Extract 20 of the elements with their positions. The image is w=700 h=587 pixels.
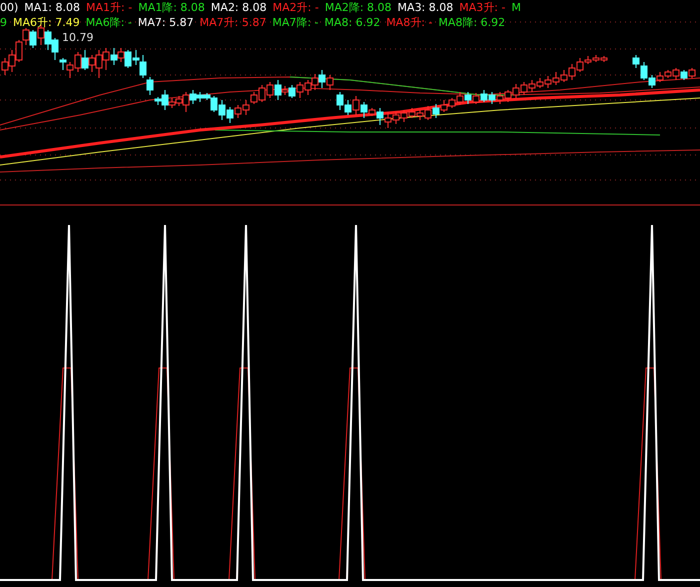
legend-item: M: [511, 0, 521, 15]
legend-item: MA7: 5.87: [138, 15, 194, 30]
legend-item: MA2降: 8.08: [324, 0, 392, 15]
legend-item: MA8降: 6.92: [438, 15, 506, 30]
legend-item: MA2升: -: [272, 0, 319, 15]
legend-item: MA1降: 8.08: [138, 0, 205, 15]
legend-item: MA1: 8.08: [24, 0, 80, 15]
legend-item: MA8: 6.92: [324, 15, 380, 30]
legend-item: 00): [0, 0, 18, 15]
legend-item: MA2: 8.08: [210, 0, 267, 15]
legend-item: MA3升: -: [459, 0, 506, 15]
legend-item: MA7降: -: [272, 15, 319, 30]
legend-item: MA1升: -: [86, 0, 132, 15]
legend-item: 9: [0, 15, 7, 30]
price-label: 10.79: [62, 31, 94, 44]
legend-item: MA6升: 7.49: [13, 15, 80, 30]
legend-item: MA6降: -: [86, 15, 132, 30]
legend-item: MA7升: 5.87: [200, 15, 266, 30]
legend-item: MA3: 8.08: [398, 0, 454, 15]
legend-item: MA8升: -: [386, 15, 432, 30]
